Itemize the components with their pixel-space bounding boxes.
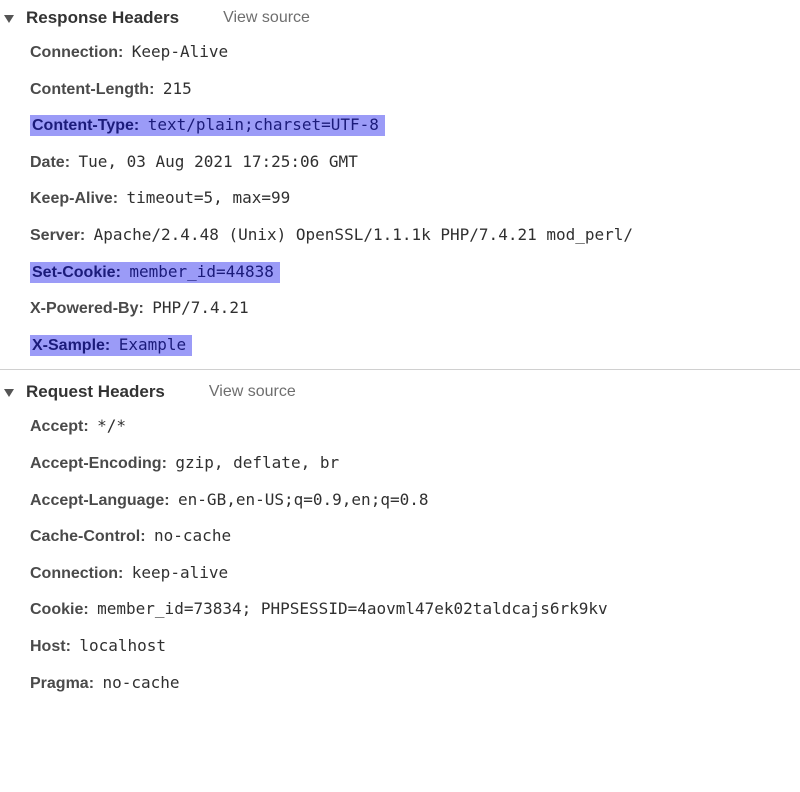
header-name: Date [30,154,65,171]
header-name: X-Powered-By [30,300,138,317]
header-colon: : [66,638,71,655]
header-row: Pragma: no-cache [28,665,800,702]
header-name: Cache-Control [30,528,140,545]
header-value: no-cache [154,526,231,545]
header-colon: : [162,455,167,472]
response-headers-title: Response Headers [26,8,179,28]
header-value: keep-alive [132,563,228,582]
header-colon: : [134,117,139,134]
header-row-highlighted: Set-Cookie: member_id=44838 [28,254,800,291]
header-name: Accept [30,418,83,435]
header-row: Accept-Language: en-GB,en-US;q=0.9,en;q=… [28,482,800,519]
header-row: Host: localhost [28,628,800,665]
header-name: X-Sample [32,337,105,354]
header-value: PHP/7.4.21 [152,298,248,317]
header-name: Keep-Alive [30,190,113,207]
header-name: Pragma [30,675,89,692]
header-value: member_id=73834; PHPSESSID=4aovml47ek02t… [97,599,608,618]
header-colon: : [89,675,94,692]
header-colon: : [105,337,110,354]
response-headers-title-row[interactable]: Response Headers View source [0,6,800,34]
header-value: gzip, deflate, br [175,453,339,472]
header-value: Keep-Alive [132,42,228,61]
header-name: Connection [30,565,118,582]
header-name: Content-Length [30,81,149,98]
response-headers-section: Response Headers View source Connection:… [0,0,800,365]
header-colon: : [116,264,121,281]
request-headers-section: Request Headers View source Accept: */* … [0,369,800,703]
view-source-link[interactable]: View source [209,383,296,401]
header-value: en-GB,en-US;q=0.9,en;q=0.8 [178,490,428,509]
header-row: Date: Tue, 03 Aug 2021 17:25:06 GMT [28,144,800,181]
header-row: Content-Length: 215 [28,71,800,108]
header-colon: : [80,227,85,244]
header-colon: : [113,190,118,207]
header-row: Accept: */* [28,408,800,445]
header-colon: : [140,528,145,545]
response-header-list: Connection: Keep-Alive Content-Length: 2… [0,34,800,363]
header-colon: : [83,601,88,618]
header-value: timeout=5, max=99 [126,188,290,207]
header-name: Accept-Encoding [30,455,162,472]
header-name: Accept-Language [30,492,164,509]
header-colon: : [83,418,88,435]
header-name: Cookie [30,601,83,618]
header-value: Apache/2.4.48 (Unix) OpenSSL/1.1.1k PHP/… [94,225,633,244]
header-value: */* [97,416,126,435]
header-row: Keep-Alive: timeout=5, max=99 [28,180,800,217]
chevron-down-icon [4,15,14,23]
header-value: member_id=44838 [129,262,274,281]
header-colon: : [118,565,123,582]
header-name: Set-Cookie [32,264,116,281]
header-row: Cache-Control: no-cache [28,518,800,555]
header-colon: : [149,81,154,98]
header-name: Content-Type [32,117,134,134]
header-row: X-Powered-By: PHP/7.4.21 [28,290,800,327]
header-name: Connection [30,44,118,61]
header-row: Cookie: member_id=73834; PHPSESSID=4aovm… [28,591,800,628]
header-value: Tue, 03 Aug 2021 17:25:06 GMT [78,152,357,171]
chevron-down-icon [4,389,14,397]
request-headers-title-row[interactable]: Request Headers View source [0,380,800,408]
header-colon: : [118,44,123,61]
header-row-highlighted: X-Sample: Example [28,327,800,364]
header-value: 215 [163,79,192,98]
header-value: no-cache [102,673,179,692]
header-value: localhost [79,636,166,655]
header-name: Host [30,638,66,655]
header-row: Connection: keep-alive [28,555,800,592]
header-colon: : [65,154,70,171]
header-row-highlighted: Content-Type: text/plain;charset=UTF-8 [28,107,800,144]
header-name: Server [30,227,80,244]
request-header-list: Accept: */* Accept-Encoding: gzip, defla… [0,408,800,701]
header-row: Connection: Keep-Alive [28,34,800,71]
header-colon: : [138,300,143,317]
request-headers-title: Request Headers [26,382,165,402]
header-row: Server: Apache/2.4.48 (Unix) OpenSSL/1.1… [28,217,800,254]
header-colon: : [164,492,169,509]
header-row: Accept-Encoding: gzip, deflate, br [28,445,800,482]
header-value: text/plain;charset=UTF-8 [148,115,379,134]
view-source-link[interactable]: View source [223,9,310,27]
header-value: Example [119,335,186,354]
